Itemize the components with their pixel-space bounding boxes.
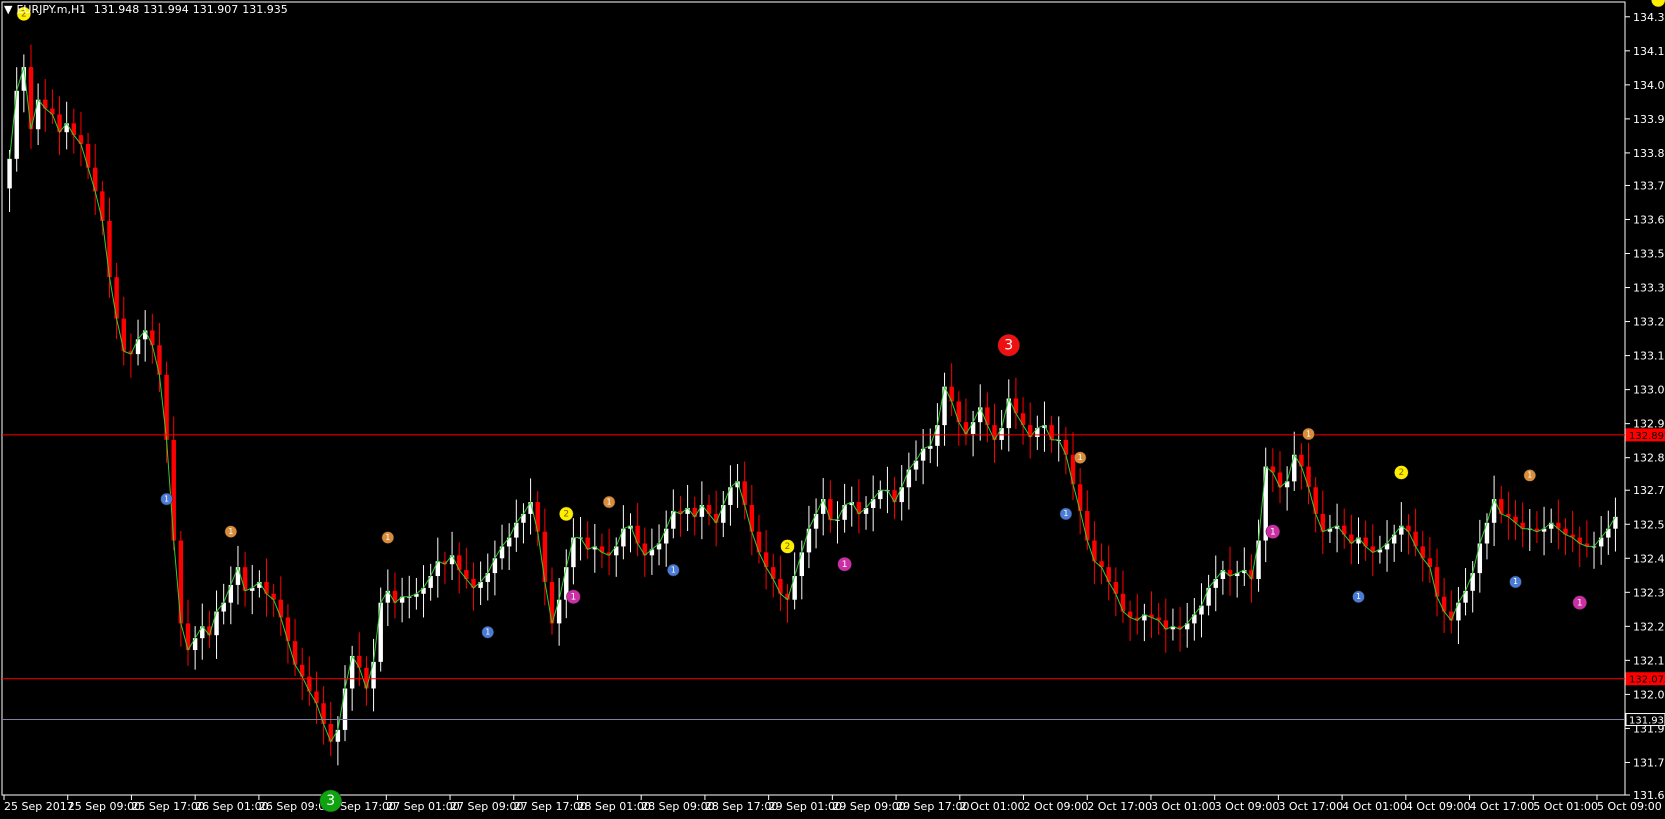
wave-marker-label: 1 <box>1063 509 1068 518</box>
x-tick-label: 4 Oct 17:00 <box>1470 800 1535 813</box>
y-tick-label: 134.195 <box>1633 45 1665 58</box>
close-value: 131.935 <box>242 3 288 16</box>
x-tick-label: 5 Oct 01:00 <box>1533 800 1598 813</box>
wave-marker-label: 2 <box>785 542 791 552</box>
x-tick-label: 29 Sep 09:00 <box>832 800 905 813</box>
y-tick-label: 131.790 <box>1633 756 1665 769</box>
y-tick-label: 133.165 <box>1633 350 1665 363</box>
y-tick-label: 132.135 <box>1633 654 1665 667</box>
wave-marker-label: 1 <box>671 565 676 574</box>
x-tick-label: 4 Oct 09:00 <box>1406 800 1471 813</box>
chart-header: ▼ EURJPY.m,H1 131.948 131.994 131.907 131.93… <box>4 3 292 16</box>
plot-border <box>1 1 1626 796</box>
bear-candle <box>178 540 184 624</box>
wave-marker-label: 1 <box>1527 471 1532 480</box>
y-tick-label: 132.710 <box>1633 484 1665 497</box>
y-tick-label: 132.250 <box>1633 620 1665 633</box>
y-tick-label: 134.310 <box>1633 11 1665 24</box>
x-tick-label: 2 Oct 17:00 <box>1087 800 1152 813</box>
price-tag-label: 131.935 <box>1629 716 1665 727</box>
price-tag-label: 132.073 <box>1629 675 1665 686</box>
y-tick-label: 133.625 <box>1633 213 1665 226</box>
y-tick-label: 132.820 <box>1633 452 1665 465</box>
wave-marker-label: 1 <box>842 560 848 570</box>
wave-marker-label: 2 <box>1398 468 1404 478</box>
x-tick-label: 2 Oct 09:00 <box>1024 800 1089 813</box>
x-tick-label: 3 Oct 17:00 <box>1278 800 1343 813</box>
y-tick-label: 132.365 <box>1633 586 1665 599</box>
x-tick-label: 3 Oct 01:00 <box>1151 800 1216 813</box>
candlestick-chart[interactable]: 134.310 134.195 134.080 133.965 133.850 133.7… <box>0 0 1665 819</box>
x-tick-label: 25 Sep 09:00 <box>68 800 141 813</box>
wave-marker-label: 1 <box>1513 577 1518 586</box>
open-value: 131.948 <box>93 3 140 16</box>
y-tick-label: 133.280 <box>1633 316 1665 329</box>
x-tick-label: 25 Sep 2017 <box>4 800 74 813</box>
wave-marker-label: 1 <box>1577 598 1583 608</box>
x-tick-label: 2 Oct 01:00 <box>960 800 1025 813</box>
x-tick-label: 28 Sep 01:00 <box>577 800 650 813</box>
wave-marker-label: 1 <box>571 592 577 602</box>
bull-candle <box>7 158 12 189</box>
wave-marker-label: 1 <box>1356 592 1361 601</box>
y-tick-label: 133.050 <box>1633 384 1665 397</box>
y-tick-label: 132.020 <box>1633 688 1665 701</box>
y-tick-label: 133.510 <box>1633 248 1665 261</box>
wave-marker-label: 2 <box>563 510 569 520</box>
low-value: 131.907 <box>192 3 239 16</box>
wave-marker-label: 1 <box>485 628 490 637</box>
wave-marker-label: 1 <box>607 497 612 506</box>
y-tick-label: 133.395 <box>1633 282 1665 295</box>
y-tick-label: 133.740 <box>1633 179 1665 192</box>
y-tick-label: 132.480 <box>1633 552 1665 565</box>
x-tick-label: 4 Oct 01:00 <box>1342 800 1407 813</box>
symbol-menu-arrow-icon[interactable]: ▼ <box>4 3 12 16</box>
x-tick-label: 28 Sep 09:00 <box>641 800 714 813</box>
x-tick-label: 27 Sep 01:00 <box>386 800 459 813</box>
x-tick-label: 29 Sep 17:00 <box>896 800 969 813</box>
wave-marker-label: 2 <box>1655 0 1661 3</box>
trend-line <box>9 66 1616 743</box>
wave-marker-label: 1 <box>164 494 169 503</box>
symbol-label: EURJPY.m,H1 <box>16 3 87 16</box>
x-tick-label: 25 Sep 17:00 <box>131 800 204 813</box>
x-tick-label: 5 Oct 09:00 <box>1597 800 1662 813</box>
wave-marker-label: 1 <box>1078 453 1083 462</box>
x-tick-label: 28 Sep 17:00 <box>705 800 778 813</box>
y-tick-label: 133.850 <box>1633 147 1665 160</box>
wave-marker-label: 1 <box>228 527 233 536</box>
wave-marker-label: 1 <box>385 533 390 542</box>
x-tick-label: 26 Sep 01:00 <box>195 800 268 813</box>
wave-marker-label: 1 <box>1306 429 1311 438</box>
wave-marker-label: 3 <box>326 793 335 809</box>
bear-candle <box>542 531 548 582</box>
y-tick-label: 132.595 <box>1633 518 1665 531</box>
price-tag-label: 132.897 <box>1629 431 1665 442</box>
y-tick-label: 134.080 <box>1633 79 1665 92</box>
x-tick-label: 27 Sep 17:00 <box>514 800 587 813</box>
x-tick-label: 27 Sep 09:00 <box>450 800 523 813</box>
x-tick-label: 3 Oct 09:00 <box>1215 800 1280 813</box>
chart-window[interactable]: ▼ EURJPY.m,H1 131.948 131.994 131.907 131.93… <box>0 0 1665 819</box>
wave-marker-label: 3 <box>1004 337 1013 353</box>
x-tick-label: 29 Sep 01:00 <box>769 800 842 813</box>
high-value: 131.994 <box>143 3 189 16</box>
y-tick-label: 133.965 <box>1633 113 1665 126</box>
wave-marker-label: 1 <box>1270 527 1276 537</box>
